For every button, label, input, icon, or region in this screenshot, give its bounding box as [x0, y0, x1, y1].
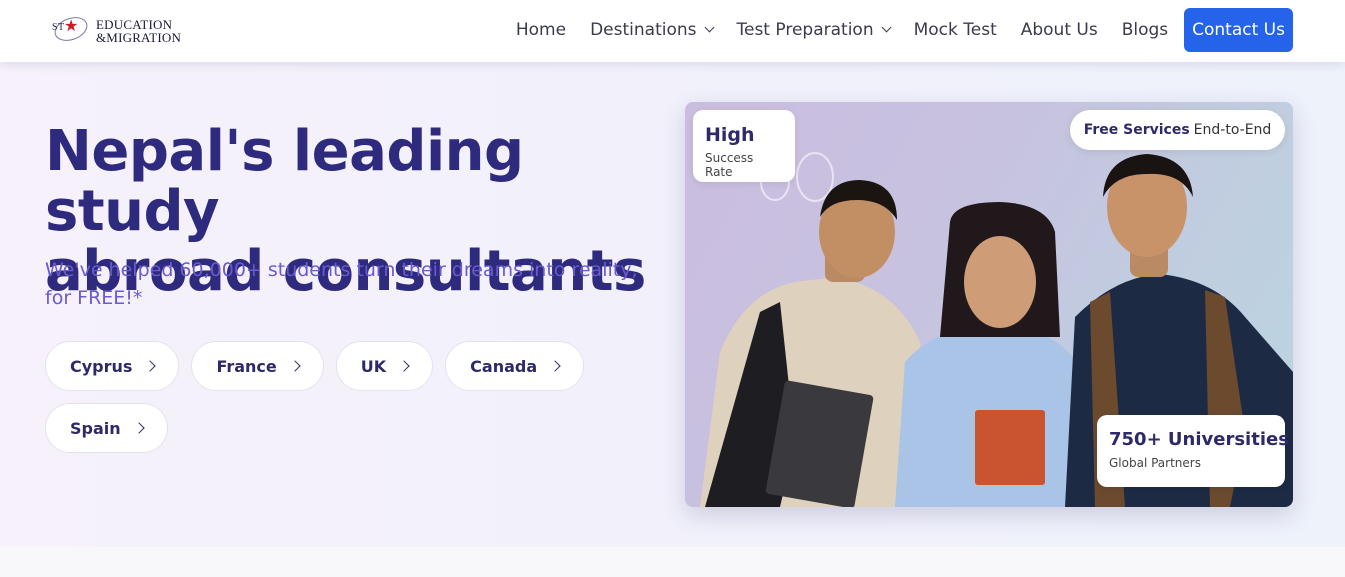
nav-mock-test-label: Mock Test	[913, 20, 997, 40]
success-rate-caption: Success Rate	[705, 151, 754, 179]
nav-home[interactable]: Home	[516, 20, 566, 40]
chevron-down-icon	[704, 22, 714, 33]
chip-cyprus[interactable]: Cyprus	[45, 341, 180, 391]
contact-us-button[interactable]: Contact Us	[1184, 8, 1293, 52]
success-rate-title: High	[705, 124, 755, 146]
chip-label: Cyprus	[70, 356, 133, 376]
nav-blogs-label: Blogs	[1121, 20, 1169, 40]
chevron-right-icon	[289, 360, 301, 372]
chip-uk[interactable]: UK	[335, 341, 434, 391]
chip-spain[interactable]: Spain	[45, 403, 168, 453]
chevron-down-icon	[881, 22, 892, 33]
universities-card: 750+ Universities Global Partners	[1097, 415, 1289, 487]
nav-destinations-label: Destinations	[590, 20, 697, 40]
nav-about-us-label: About Us	[1020, 20, 1098, 40]
chip-label: Spain	[70, 418, 121, 438]
free-services-rest: End-to-End	[1193, 122, 1272, 138]
chevron-right-icon	[549, 360, 561, 372]
logo-text-line2: &MIGRATION	[96, 30, 182, 45]
chip-label: Canada	[470, 356, 538, 376]
universities-caption: Global Partners	[1109, 456, 1201, 470]
brand-logo[interactable]: ST ★ EDUCATION &MIGRATION	[51, 12, 192, 48]
headline-line1: Nepal's leading study	[45, 119, 524, 244]
universities-title: 750+ Universities	[1109, 429, 1289, 450]
chevron-right-icon	[144, 360, 157, 372]
site-header: ST ★ EDUCATION &MIGRATION Home Destinati…	[0, 0, 1345, 62]
nav-home-label: Home	[515, 20, 567, 40]
logo-star-icon: ST ★	[51, 12, 92, 48]
nav-destinations[interactable]: Destinations	[590, 20, 714, 40]
chip-france[interactable]: France	[191, 341, 324, 391]
success-rate-card: High Success Rate	[693, 110, 795, 182]
nav-about-us[interactable]: About Us	[1021, 20, 1098, 40]
free-services-pill: Free Services End-to-End	[1070, 110, 1285, 150]
chevron-right-icon	[398, 360, 410, 372]
destination-chips: Cyprus France UK Canada Spain	[45, 341, 605, 453]
hero-subline: We've helped 60,000+ students turn their…	[45, 259, 638, 309]
section-divider	[0, 547, 1345, 577]
free-services-bold: Free Services	[1083, 122, 1190, 138]
chevron-right-icon	[132, 422, 145, 434]
logo-wordmark: EDUCATION &MIGRATION	[96, 18, 181, 44]
nav-mock-test[interactable]: Mock Test	[914, 20, 997, 40]
nav-test-preparation-label: Test Preparation	[736, 20, 874, 40]
main-nav: Home Destinations Test Preparation Mock …	[492, 8, 1293, 52]
chip-canada[interactable]: Canada	[445, 341, 585, 391]
nav-blogs[interactable]: Blogs	[1122, 20, 1168, 40]
chip-label: UK	[360, 356, 387, 376]
nav-test-preparation[interactable]: Test Preparation	[736, 20, 892, 40]
chip-label: France	[216, 356, 277, 376]
